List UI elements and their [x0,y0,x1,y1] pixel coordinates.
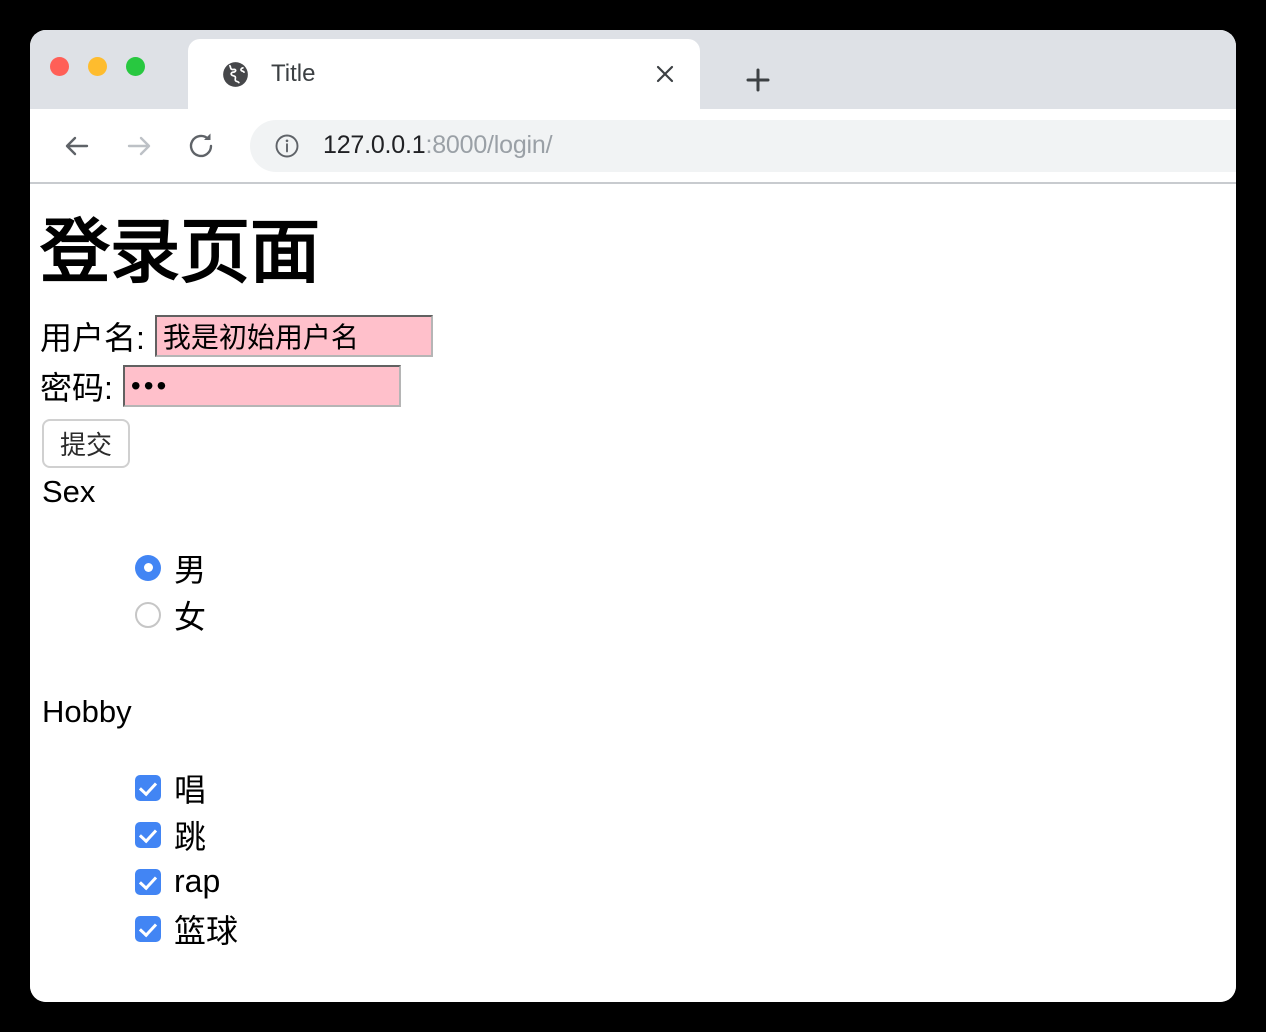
page-content: 登录页面 用户名: 密码: 提交 Sex 男 女 Hobby [30,184,1236,1002]
checkbox-sing-icon[interactable] [135,774,161,801]
checkbox-option-rap[interactable]: rap [135,858,1236,905]
traffic-lights [50,57,145,76]
maximize-window-button[interactable] [126,57,145,76]
plus-icon [746,68,770,92]
page-title: 登录页面 [40,213,320,291]
forward-arrow-icon [127,136,151,155]
new-tab-button[interactable] [730,52,786,108]
checkbox-sing-label: 唱 [174,771,207,808]
url-path: :8000/login/ [425,131,553,159]
info-circle-icon[interactable] [273,132,301,160]
checkbox-dance-label: 跳 [174,818,207,855]
username-row: 用户名: [40,313,1236,359]
username-label: 用户名: [40,320,145,356]
hobby-section-label: Hobby [42,694,132,729]
minimize-window-button[interactable] [88,57,107,76]
radio-male-icon[interactable] [135,554,161,581]
close-window-button[interactable] [50,57,69,76]
password-input[interactable] [122,365,401,407]
close-icon [656,65,674,83]
checkbox-rap-label: rap [174,863,221,899]
password-label: 密码: [40,370,113,406]
browser-toolbar: 127.0.0.1:8000/login/ [30,109,1236,184]
url-text: 127.0.0.1:8000/login/ [323,131,553,160]
checkbox-option-sing[interactable]: 唱 [135,764,1236,811]
tab-strip: Title [30,30,1236,109]
back-button[interactable] [50,119,104,173]
globe-icon [223,61,248,87]
browser-window: Title 127.0.0.1:8000/login/ 登录页面 用户名: 我是… [30,30,1236,1002]
checkbox-rap-icon[interactable] [135,868,161,895]
checkbox-basketball-icon[interactable] [135,915,161,942]
password-row: 密码: [40,363,1236,409]
radio-option-male[interactable]: 男 [135,544,1236,591]
close-tab-button[interactable] [648,57,682,91]
checkbox-basketball-label: 篮球 [174,912,239,949]
url-host: 127.0.0.1 [323,131,426,159]
username-input[interactable] [154,315,433,357]
hobby-options: 唱 跳 rap 篮球 [135,764,1236,952]
checkbox-option-dance[interactable]: 跳 [135,811,1236,858]
sex-section-label: Sex [42,474,96,509]
reload-button[interactable] [174,119,228,173]
forward-button[interactable] [112,119,166,173]
tab-title: Title [271,60,316,87]
radio-option-female[interactable]: 女 [135,591,1236,638]
reload-icon [189,133,213,157]
back-arrow-icon [65,136,89,155]
sex-options: 男 女 [135,544,1236,638]
radio-female-label: 女 [174,598,207,635]
checkbox-dance-icon[interactable] [135,821,161,848]
submit-row: 提交 [40,413,1236,468]
checkbox-option-basketball[interactable]: 篮球 [135,905,1236,952]
radio-male-label: 男 [174,551,207,588]
radio-female-icon[interactable] [135,601,161,628]
submit-button[interactable]: 提交 [42,419,131,468]
address-bar[interactable]: 127.0.0.1:8000/login/ [250,119,1236,172]
browser-tab[interactable]: Title [188,39,700,109]
